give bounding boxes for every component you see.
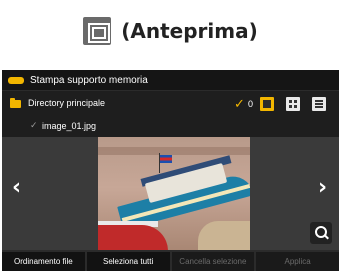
photo-flag bbox=[160, 155, 172, 163]
file-check-icon[interactable]: ✓ bbox=[30, 120, 38, 131]
next-image-button[interactable]: › bbox=[318, 175, 327, 200]
sort-files-button[interactable]: Ordinamento file bbox=[2, 252, 85, 271]
directory-label[interactable]: Directory principale bbox=[28, 98, 105, 108]
photo-sand bbox=[198, 221, 250, 250]
image-preview[interactable] bbox=[98, 137, 250, 250]
title-bar: Stampa supporto memoria bbox=[2, 70, 339, 90]
thumbnail-view-button[interactable] bbox=[286, 97, 300, 111]
zoom-icon[interactable] bbox=[310, 222, 332, 244]
select-all-button[interactable]: Seleziona tutti bbox=[86, 252, 170, 271]
device-screen: Stampa supporto memoria Directory princi… bbox=[2, 70, 339, 271]
folder-icon bbox=[10, 98, 21, 108]
directory-bar: Directory principale ✓ 0 bbox=[2, 91, 339, 117]
bottom-action-bar: Ordinamento file Seleziona tutti Cancell… bbox=[2, 252, 339, 271]
preview-view-button[interactable] bbox=[260, 97, 274, 111]
list-view-button[interactable] bbox=[312, 97, 326, 111]
screen-title: Stampa supporto memoria bbox=[30, 74, 148, 86]
heading-title: (Anteprima) bbox=[121, 19, 258, 43]
photo-far-bank bbox=[98, 147, 250, 155]
clear-selection-button[interactable]: Cancella selezione bbox=[171, 252, 255, 271]
selected-count: 0 bbox=[248, 99, 254, 109]
preview-area: ‹ › bbox=[2, 137, 339, 250]
section-heading: (Anteprima) bbox=[0, 0, 341, 62]
file-bar: ✓ image_01.jpg bbox=[2, 117, 339, 137]
previous-image-button[interactable]: ‹ bbox=[12, 175, 21, 200]
apply-button[interactable]: Applica bbox=[256, 252, 339, 271]
preview-view-icon bbox=[83, 17, 112, 45]
memory-card-icon bbox=[8, 76, 24, 84]
file-name: image_01.jpg bbox=[42, 121, 97, 131]
checkmark-icon: ✓ bbox=[234, 96, 245, 111]
